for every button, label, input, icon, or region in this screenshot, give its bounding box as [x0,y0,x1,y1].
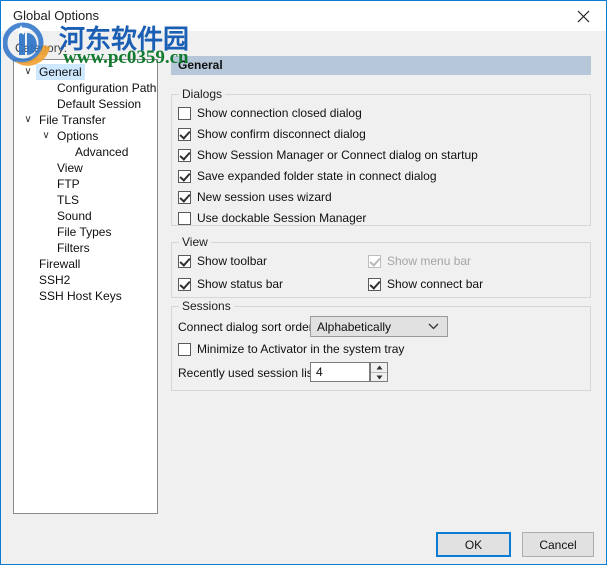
checkbox-box [368,277,381,291]
tree-item-label: Options [57,129,99,143]
checkbox-label: Show Session Manager or Connect dialog o… [197,148,478,162]
cancel-button[interactable]: Cancel [522,532,594,557]
checkbox-label: Minimize to Activator in the system tray [197,342,405,356]
dialogs-save-expanded-folder-state-in-connect-dialog-checkbox[interactable]: Save expanded folder state in connect di… [178,169,437,183]
tree-item-ftp[interactable]: FTP [14,176,157,192]
view-show-toolbar-checkbox[interactable]: Show toolbar [178,254,267,268]
checkbox-label: New session uses wizard [197,190,332,204]
tree-item-label: FTP [57,177,80,191]
stepper-down-icon[interactable] [371,373,387,382]
tree-item-label: View [57,161,83,175]
view-show-status-bar-checkbox[interactable]: Show status bar [178,277,283,291]
checkbox-box [178,254,191,268]
tree-item-label: TLS [57,193,80,207]
close-icon[interactable] [560,1,606,31]
checkbox-label: Show confirm disconnect dialog [197,127,366,141]
view-show-connect-bar-checkbox[interactable]: Show connect bar [368,277,483,291]
checkbox-box [368,254,381,268]
tree-item-configuration-paths[interactable]: Configuration Paths [14,80,157,96]
checkbox-box [178,211,191,225]
minimize-to-activator-checkbox[interactable]: Minimize to Activator in the system tray [178,342,404,356]
tree-item-label: Filters [57,241,90,255]
view-group-title: View [179,235,211,249]
checkbox-box [178,169,191,183]
dialogs-show-session-manager-or-connect-dialog-on-startup-checkbox[interactable]: Show Session Manager or Connect dialog o… [178,148,478,162]
checkbox-box [178,277,191,291]
sessions-group-title: Sessions [179,299,234,313]
tree-item-options[interactable]: ∨ Options [14,128,157,144]
tree-item-general[interactable]: ∨ General [14,64,157,80]
checkbox-box [178,190,191,204]
tree-item-filters[interactable]: Filters [14,240,157,256]
ok-button[interactable]: OK [436,532,511,557]
dialogs-group-title: Dialogs [179,87,226,101]
tree-item-ssh2[interactable]: SSH2 [14,272,157,288]
recently-used-session-stepper[interactable] [370,362,388,382]
checkbox-box [178,106,191,120]
tree-item-tls[interactable]: TLS [14,192,157,208]
tree-item-advanced[interactable]: Advanced [14,144,157,160]
view-show-menu-bar-checkbox: Show menu bar [368,254,471,268]
tree-item-label: File Transfer [39,113,106,127]
tree-item-label: Configuration Paths [57,81,158,95]
tree-item-label: File Types [57,225,112,239]
tree-item-file-types[interactable]: File Types [14,224,157,240]
tree-item-label: Advanced [75,145,129,159]
dialogs-show-confirm-disconnect-dialog-checkbox[interactable]: Show confirm disconnect dialog [178,127,366,141]
content-header: General [171,56,591,75]
recent-session-value: 4 [316,365,323,379]
dialogs-show-connection-closed-dialog-checkbox[interactable]: Show connection closed dialog [178,106,362,120]
recent-session-list-label: Recently used session list: [178,366,320,380]
tree-item-label: General [36,64,85,80]
tree-item-label: Firewall [39,257,81,271]
chevron-down-icon[interactable]: ∨ [40,128,52,144]
checkbox-label: Show status bar [197,277,284,291]
checkbox-box [178,127,191,141]
checkbox-label: Show toolbar [197,254,268,268]
tree-item-sound[interactable]: Sound [14,208,157,224]
chevron-down-icon[interactable]: ∨ [22,64,34,80]
checkbox-box [178,342,191,356]
tree-item-label: SSH2 [39,273,71,287]
checkbox-label: Use dockable Session Manager [197,211,367,225]
title-bar: Global Options [1,1,606,31]
checkbox-label: Show connection closed dialog [197,106,362,120]
checkbox-label: Show connect bar [387,277,484,291]
tree-item-label: Default Session [57,97,142,111]
checkbox-box [178,148,191,162]
connect-dialog-sort-order-select[interactable]: Alphabetically [310,316,448,337]
category-tree[interactable]: ∨ General Configuration Paths Default Sessi… [13,59,158,514]
global-options-dialog: Global Options 河东软件园 www.pc0359.cn Categ… [0,0,607,565]
tree-item-label: Sound [57,209,92,223]
tree-item-file-transfer[interactable]: ∨ File Transfer [14,112,157,128]
chevron-down-icon[interactable]: ∨ [22,112,34,128]
stepper-up-icon[interactable] [371,363,387,373]
window-title: Global Options [13,8,99,23]
tree-item-firewall[interactable]: Firewall [14,256,157,272]
checkbox-label: Save expanded folder state in connect di… [197,169,437,183]
tree-item-label: SSH Host Keys [39,289,122,303]
category-label: Category: [15,41,68,55]
sort-order-label: Connect dialog sort order: [178,320,317,334]
checkbox-label: Show menu bar [387,254,472,268]
tree-item-view[interactable]: View [14,160,157,176]
recently-used-session-list-input[interactable]: 4 [310,362,370,382]
tree-item-ssh-host-keys[interactable]: SSH Host Keys [14,288,157,304]
dialogs-use-dockable-session-manager-checkbox[interactable]: Use dockable Session Manager [178,211,366,225]
page-title: General [178,58,223,72]
sort-order-value: Alphabetically [317,320,392,334]
tree-item-default-session[interactable]: Default Session [14,96,157,112]
dialogs-new-session-uses-wizard-checkbox[interactable]: New session uses wizard [178,190,332,204]
chevron-down-icon [428,323,439,330]
